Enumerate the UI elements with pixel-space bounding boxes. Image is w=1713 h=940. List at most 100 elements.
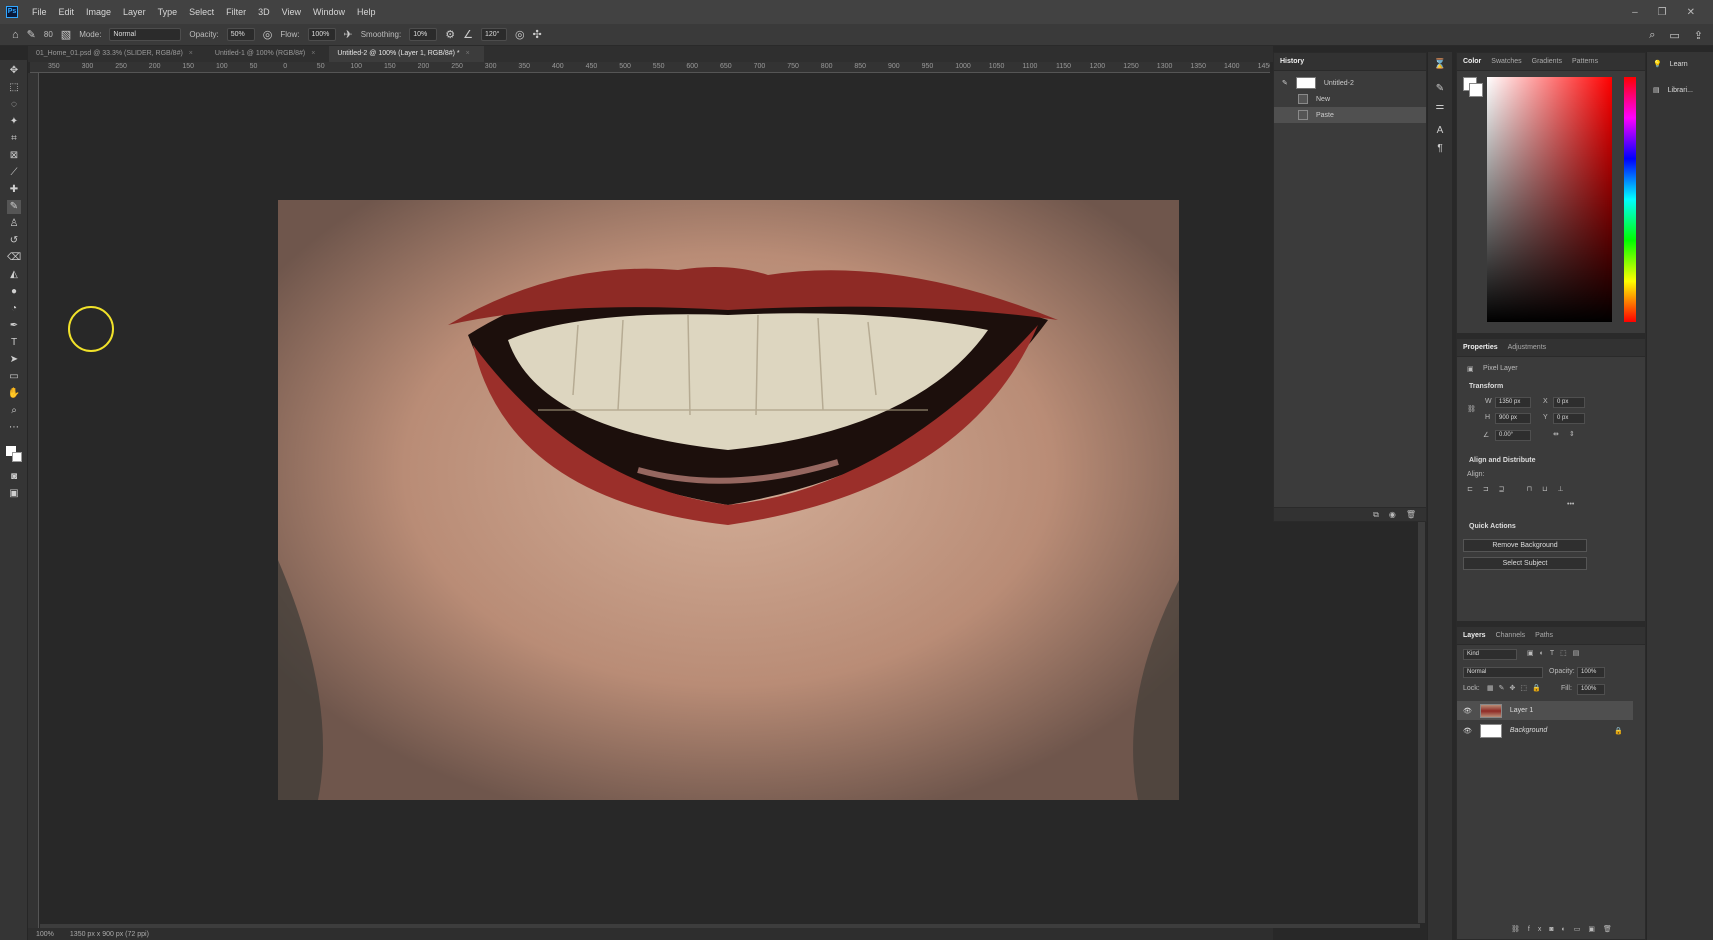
airbrush-icon[interactable]: ✈ (344, 28, 353, 41)
close-icon[interactable]: ✕ (1687, 7, 1695, 18)
minimize-icon[interactable]: – (1632, 7, 1638, 18)
tab-close-icon[interactable]: × (466, 50, 470, 57)
search-icon[interactable]: ⌕ (1649, 29, 1655, 42)
y-field[interactable]: 0 px (1553, 413, 1585, 424)
new-document-from-state-icon[interactable]: ⧉ (1373, 510, 1379, 520)
menu-3d[interactable]: 3D (252, 7, 276, 17)
hue-slider[interactable] (1624, 77, 1636, 322)
brush-settings-panel-icon[interactable]: ✎ (1433, 82, 1447, 96)
more-options-icon[interactable]: ••• (1567, 501, 1574, 508)
share-icon[interactable]: ⇪ (1694, 29, 1703, 42)
eye-icon[interactable]: 👁 (1463, 707, 1472, 715)
angle-field[interactable]: 120° (480, 28, 507, 41)
paint-bucket-icon[interactable]: ◭ (7, 268, 21, 282)
smoothing-field[interactable]: 10% (409, 28, 438, 41)
marquee-tool-icon[interactable]: ⬚ (7, 81, 21, 95)
gear-icon[interactable]: ⚙ (445, 28, 455, 41)
brush-tool-icon[interactable]: ✎ (27, 28, 36, 41)
menu-filter[interactable]: Filter (220, 7, 252, 17)
tab-home-psd[interactable]: 01_Home_01.psd @ 33.3% (SLIDER, RGB/8#) × (28, 46, 207, 62)
eye-icon[interactable]: 👁 (1463, 727, 1472, 735)
height-field[interactable]: 900 px (1495, 413, 1531, 424)
menu-file[interactable]: File (26, 7, 53, 17)
menu-window[interactable]: Window (307, 7, 351, 17)
angle-field[interactable]: 0.00° (1495, 430, 1531, 441)
opacity-field[interactable]: 50% (226, 28, 255, 41)
menu-help[interactable]: Help (351, 7, 382, 17)
ruler-vertical[interactable] (28, 73, 39, 928)
pen-tool-icon[interactable]: ✒ (7, 319, 21, 333)
more-tools-icon[interactable]: ⋯ (7, 421, 21, 435)
menu-type[interactable]: Type (152, 7, 184, 17)
blur-tool-icon[interactable]: ● (7, 285, 21, 299)
frame-tool-icon[interactable]: ⊠ (7, 149, 21, 163)
transform-section[interactable]: Transform (1469, 383, 1503, 390)
pressure-size-icon[interactable]: ◎ (515, 28, 525, 41)
menu-edit[interactable]: Edit (53, 7, 81, 17)
layer-filter-kind[interactable]: Kind (1463, 649, 1517, 660)
layer-row[interactable]: 👁 Background 🔒 (1457, 721, 1633, 740)
layer-name[interactable]: Background (1510, 727, 1547, 734)
layer-opacity-field[interactable]: 100% (1577, 667, 1605, 678)
flip-vertical-icon[interactable]: ⇕ (1569, 430, 1575, 438)
lock-icons[interactable]: ▦✎✥⬚🔒 (1487, 684, 1546, 692)
tab-untitled-1[interactable]: Untitled-1 @ 100% (RGB/8#) × (207, 46, 329, 62)
type-tool-icon[interactable]: T (7, 336, 21, 350)
layer-row[interactable]: 👁 Layer 1 (1457, 701, 1633, 720)
clone-stamp-icon[interactable]: ♙ (7, 217, 21, 231)
home-icon[interactable]: ⌂ (12, 29, 19, 41)
layer-filter-icons[interactable]: ▣◐T⬚▤ (1527, 649, 1585, 657)
learn-button[interactable]: 💡 Learn (1653, 60, 1688, 69)
document-image[interactable] (278, 200, 1179, 800)
history-snapshot[interactable]: ✎ Untitled-2 (1274, 75, 1426, 91)
adjustments-panel-icon[interactable]: ⚌ (1433, 100, 1447, 114)
tab-patterns[interactable]: Patterns (1572, 58, 1598, 65)
path-select-icon[interactable]: ➤ (7, 353, 21, 367)
history-step[interactable]: Paste (1274, 107, 1426, 123)
pressure-opacity-icon[interactable]: ◎ (263, 28, 273, 41)
align-buttons[interactable]: ⊏⊐⊒ ⊓⊔⊥ (1467, 485, 1574, 493)
brush-tool-icon[interactable]: ✎ (7, 200, 21, 214)
ruler-horizontal[interactable]: 350 300 250 200 150 100 50 0 50 100 150 200 250 300 35… (30, 62, 1270, 73)
move-tool-icon[interactable]: ✥ (7, 64, 21, 78)
align-section[interactable]: Align and Distribute (1469, 457, 1536, 464)
select-subject-button[interactable]: Select Subject (1463, 557, 1587, 570)
flow-field[interactable]: 100% (307, 28, 336, 41)
flip-horizontal-icon[interactable]: ⇹ (1553, 430, 1559, 438)
quick-actions-section[interactable]: Quick Actions (1469, 523, 1516, 530)
tab-untitled-2[interactable]: Untitled-2 @ 100% (Layer 1, RGB/8#) * × (329, 46, 484, 62)
menu-image[interactable]: Image (80, 7, 117, 17)
tab-close-icon[interactable]: × (311, 50, 315, 57)
tab-color[interactable]: Color (1463, 58, 1481, 65)
color-picker-field[interactable] (1487, 77, 1612, 322)
quick-mask-icon[interactable]: ◙ (7, 470, 21, 484)
layers-footer-icons[interactable]: ⛓fx◙◐▭▣🗑 (1511, 925, 1620, 933)
lasso-tool-icon[interactable]: ◌ (7, 98, 21, 112)
menu-view[interactable]: View (276, 7, 307, 17)
width-field[interactable]: 1350 px (1495, 397, 1531, 408)
camera-icon[interactable]: ◉ (1389, 510, 1396, 519)
restore-icon[interactable]: ❐ (1658, 7, 1667, 18)
blend-mode-select[interactable]: Normal (1463, 667, 1543, 678)
history-step[interactable]: New (1274, 91, 1426, 107)
zoom-level[interactable]: 100% (36, 931, 54, 938)
trash-icon[interactable]: 🗑 (1406, 510, 1416, 519)
zoom-tool-icon[interactable]: ⌕ (7, 404, 21, 418)
fill-field[interactable]: 100% (1577, 684, 1605, 695)
rectangle-tool-icon[interactable]: ▭ (7, 370, 21, 384)
tab-history[interactable]: History (1280, 58, 1304, 65)
quick-select-tool-icon[interactable]: ✦ (7, 115, 21, 129)
paragraph-panel-icon[interactable]: ¶ (1433, 142, 1447, 156)
screen-mode-icon[interactable]: ▣ (7, 487, 21, 501)
background-color-swatch[interactable] (1469, 83, 1483, 97)
brush-source-icon[interactable]: ✎ (1282, 79, 1288, 87)
eyedropper-tool-icon[interactable]: ⟋ (7, 166, 21, 180)
crop-tool-icon[interactable]: ⌗ (7, 132, 21, 146)
tab-properties[interactable]: Properties (1463, 344, 1498, 351)
symmetry-icon[interactable]: ✣ (533, 28, 542, 41)
tab-swatches[interactable]: Swatches (1491, 58, 1521, 65)
remove-background-button[interactable]: Remove Background (1463, 539, 1587, 552)
eraser-tool-icon[interactable]: ⌫ (7, 251, 21, 265)
menu-select[interactable]: Select (183, 7, 220, 17)
mode-select[interactable]: Normal (109, 28, 182, 41)
